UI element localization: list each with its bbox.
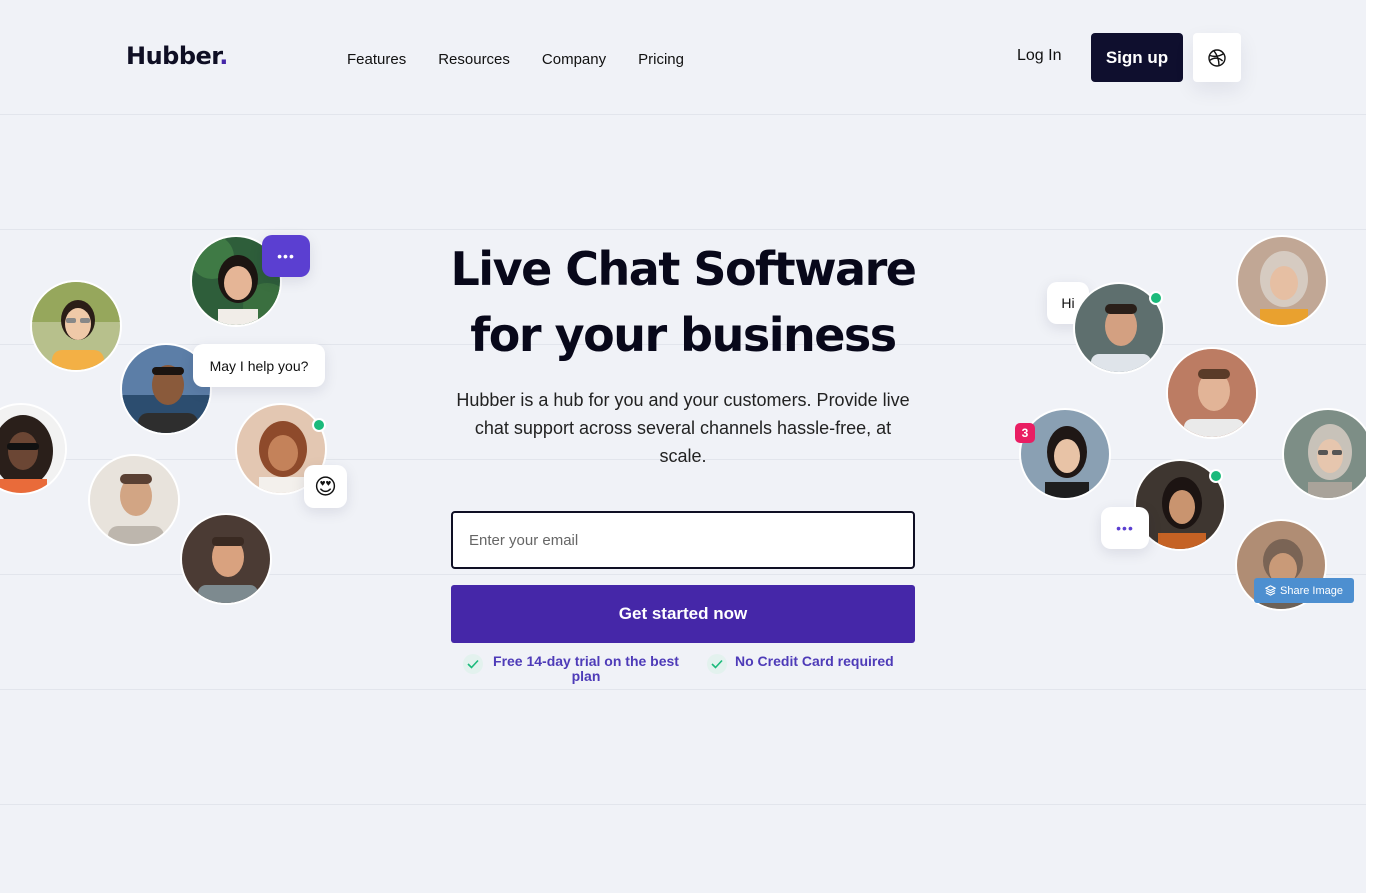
typing-bubble: ••• — [262, 235, 310, 277]
avatar — [88, 454, 180, 546]
nav-company[interactable]: Company — [542, 51, 606, 68]
layers-icon — [1265, 585, 1276, 596]
avatar — [1019, 408, 1111, 500]
perk-text: Free 14-day trial on the best plan — [493, 653, 679, 684]
help-bubble: May I help you? — [193, 344, 325, 387]
online-indicator — [1149, 291, 1163, 305]
hero-title: Live Chat Software for your business — [400, 236, 966, 368]
logo-dot: . — [219, 42, 228, 70]
email-input[interactable] — [451, 511, 915, 569]
typing-bubble: ••• — [1101, 507, 1149, 549]
help-bubble-text: May I help you? — [209, 357, 309, 374]
avatar — [1166, 347, 1258, 439]
hi-bubble-text: Hi — [1061, 295, 1075, 311]
divider — [0, 229, 1366, 230]
hero-subtitle: Hubber is a hub for you and your custome… — [456, 390, 910, 466]
nav-features[interactable]: Features — [347, 51, 406, 68]
perk-free-trial: Free 14-day trial on the best plan — [463, 654, 681, 684]
login-link[interactable]: Log In — [1017, 47, 1061, 65]
hero-title-line-1: Live Chat Software — [450, 242, 917, 296]
avatar — [1236, 235, 1328, 327]
logo-text: Hubber — [126, 42, 220, 70]
scrollbar-gutter — [1366, 0, 1376, 893]
typing-dots: ••• — [277, 248, 295, 264]
globe-icon — [1208, 48, 1226, 67]
divider — [0, 689, 1366, 690]
avatar — [1282, 408, 1366, 500]
perk-text: No Credit Card required — [735, 653, 894, 669]
avatar — [0, 403, 67, 495]
nav-resources[interactable]: Resources — [438, 51, 510, 68]
avatar — [180, 513, 272, 605]
check-icon — [707, 654, 727, 674]
divider — [0, 804, 1366, 805]
online-indicator — [312, 418, 326, 432]
divider — [0, 114, 1366, 115]
share-image-label: Share Image — [1280, 584, 1343, 597]
signup-button[interactable]: Sign up — [1091, 33, 1183, 82]
share-image-button[interactable]: Share Image — [1254, 578, 1354, 603]
language-button[interactable] — [1193, 33, 1241, 82]
page: Hubber. Features Resources Company Prici… — [0, 0, 1366, 893]
avatar — [30, 280, 122, 372]
check-icon — [463, 654, 483, 674]
perk-no-card: No Credit Card required — [707, 654, 894, 674]
heart-eyes-emoji: 😍 — [314, 473, 337, 499]
get-started-button[interactable]: Get started now — [451, 585, 915, 643]
logo[interactable]: Hubber. — [126, 42, 228, 70]
emoji-bubble: 😍 — [304, 465, 347, 508]
main-nav: Features Resources Company Pricing — [347, 51, 684, 68]
hero-title-line-2: for your business — [470, 308, 897, 362]
online-indicator — [1209, 469, 1223, 483]
nav-pricing[interactable]: Pricing — [638, 51, 684, 68]
typing-dots: ••• — [1116, 520, 1134, 536]
unread-badge: 3 — [1015, 423, 1035, 443]
